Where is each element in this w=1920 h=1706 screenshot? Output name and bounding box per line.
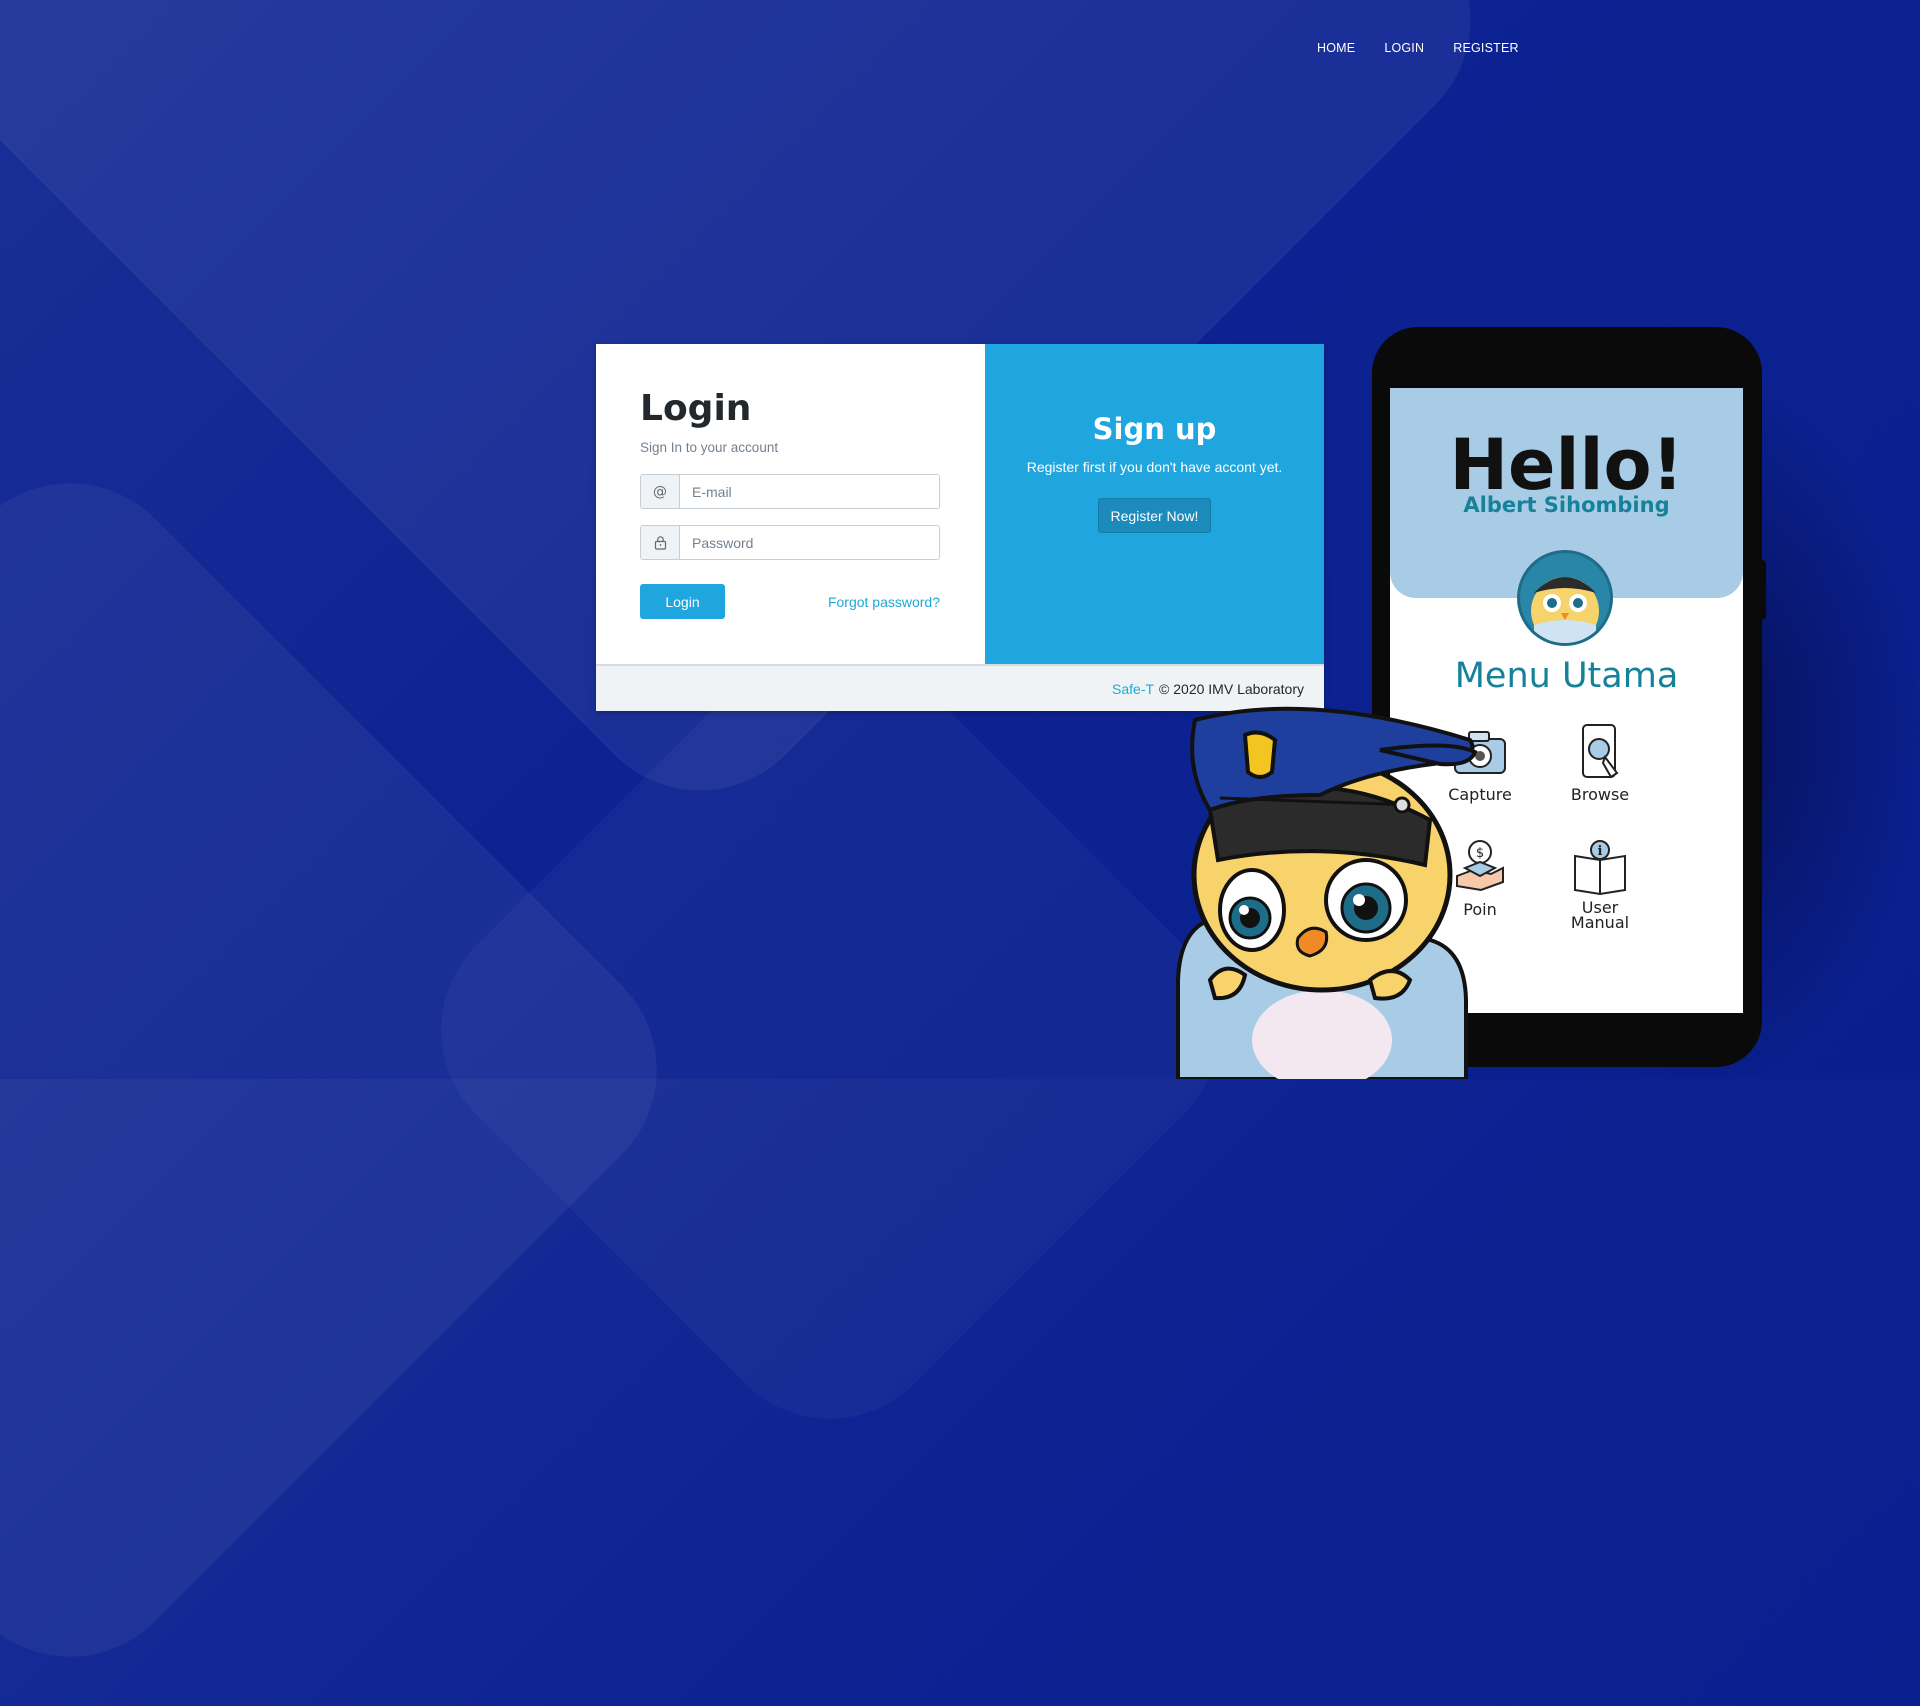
email-input[interactable] (680, 475, 939, 508)
auth-card-group: Login Sign In to your account @ Login Fo… (596, 344, 1324, 711)
signup-title: Sign up (1092, 412, 1217, 446)
at-icon: @ (641, 475, 680, 508)
browse-icon (1571, 723, 1629, 781)
email-input-group: @ (640, 474, 940, 509)
login-card: Login Sign In to your account @ Login Fo… (596, 344, 985, 664)
signup-card: Sign up Register first if you don't have… (985, 344, 1324, 664)
top-nav: HOME LOGIN REGISTER (1317, 41, 1519, 55)
password-input-group (640, 525, 940, 560)
nav-home-link[interactable]: HOME (1317, 41, 1355, 55)
nav-login-link[interactable]: LOGIN (1384, 41, 1424, 55)
police-chick-mascot (1170, 700, 1490, 1090)
lock-icon (641, 526, 680, 559)
register-now-button[interactable]: Register Now! (1097, 498, 1212, 533)
phone-user-name: Albert Sihombing (1463, 493, 1670, 517)
signup-text: Register first if you don't have accont … (1026, 459, 1283, 475)
forgot-password-link[interactable]: Forgot password? (828, 594, 940, 610)
phone-side-button (1756, 560, 1766, 620)
footer-copyright: © 2020 IMV Laboratory (1159, 680, 1304, 697)
phone-menu-title: Menu Utama (1454, 656, 1679, 696)
menu-item-label: Browse (1570, 785, 1630, 804)
login-button[interactable]: Login (640, 584, 725, 619)
avatar (1517, 550, 1613, 646)
password-input[interactable] (680, 526, 939, 559)
background-shape (392, 592, 1269, 1469)
menu-item-user-manual: i User Manual (1555, 838, 1645, 932)
manual-book-icon: i (1571, 838, 1629, 896)
login-subtitle: Sign In to your account (640, 440, 779, 455)
menu-item-label: User Manual (1570, 898, 1630, 932)
nav-register-link[interactable]: REGISTER (1453, 41, 1519, 55)
svg-text:i: i (1598, 844, 1603, 859)
menu-item-browse: Browse (1555, 723, 1645, 804)
footer-brand-link[interactable]: Safe-T (1112, 681, 1154, 697)
login-title: Login (640, 388, 752, 429)
